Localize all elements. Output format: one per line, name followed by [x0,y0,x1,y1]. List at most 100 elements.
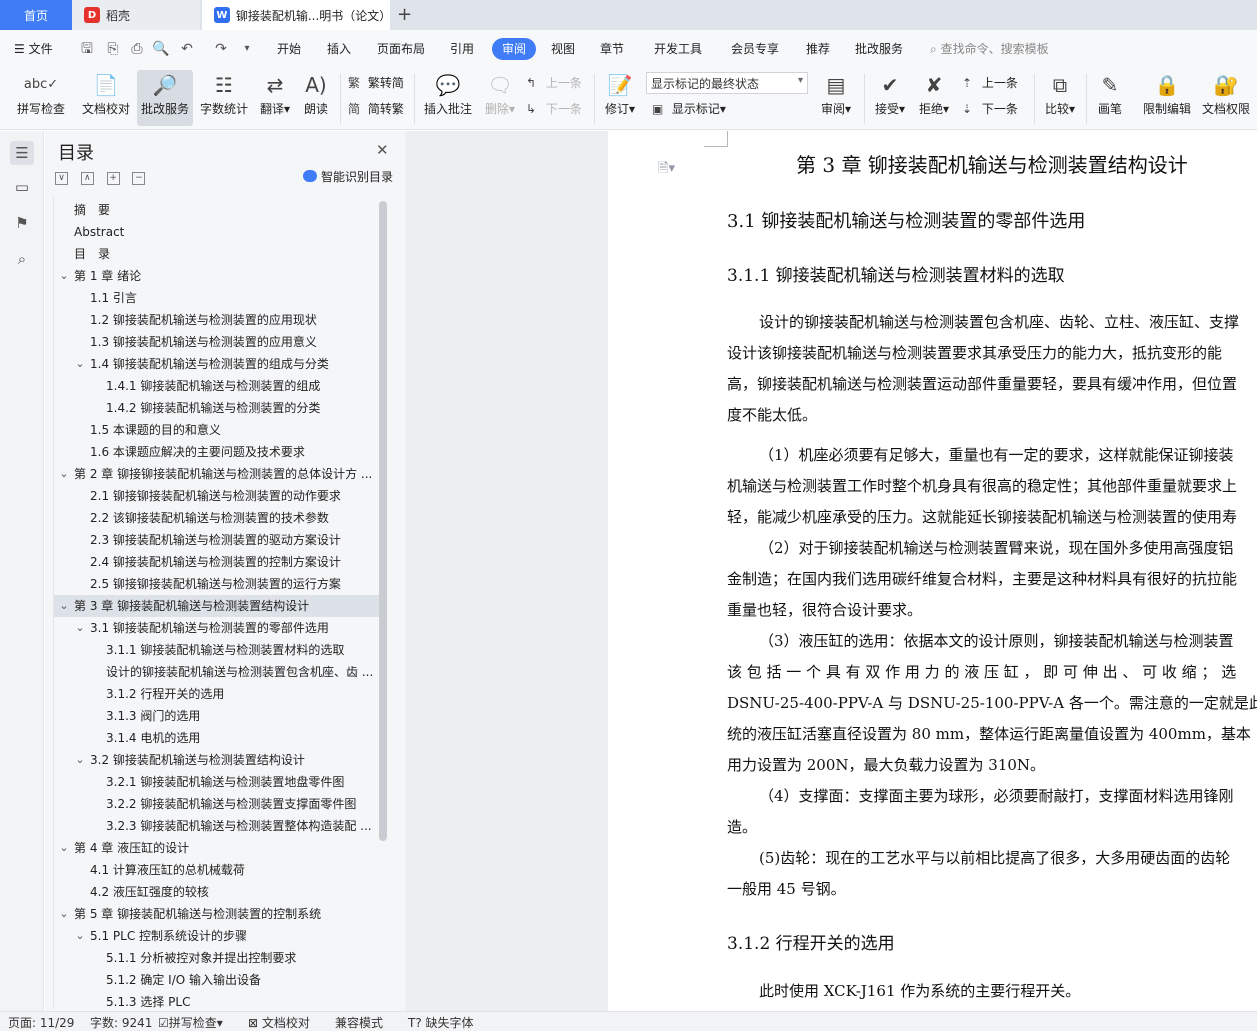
toc-item[interactable]: 目 录 [54,243,379,265]
chevron-down-icon[interactable]: ⌄ [74,617,86,639]
toc-item[interactable]: 4.1 计算液压缸的总机械载荷 [54,859,379,881]
toc-item[interactable]: 1.4.1 铆接装配机输送与检测装置的组成 [54,375,379,397]
toc-item[interactable]: ⌄ 5.1 PLC 控制系统设计的步骤 [54,925,379,947]
menu-layout[interactable]: 页面布局 [377,40,425,57]
next-change-button[interactable]: ⇣ 下一条 [962,100,1018,117]
toc-item[interactable]: ⌄ 3.1 铆接装配机输送与检测装置的零部件选用 [54,617,379,639]
document-options-icon[interactable]: 🗎▾ [658,159,675,181]
read-aloud-button[interactable]: A) 朗读 [298,70,334,126]
undo-icon[interactable]: ↶ [178,40,196,58]
menu-devtools[interactable]: 开发工具 [654,40,702,57]
toc-item[interactable]: 3.2.3 铆接装配机输送与检测装置整体构造装配 ... [54,815,379,837]
toc-item[interactable]: 2.2 该铆接装配机输送与检测装置的技术参数 [54,507,379,529]
menu-reference[interactable]: 引用 [450,40,474,57]
menu-recommend[interactable]: 推荐 [806,40,830,57]
toc-item[interactable]: 1.3 铆接装配机输送与检测装置的应用意义 [54,331,379,353]
toc-item[interactable]: 2.4 铆接装配机输送与检测装置的控制方案设计 [54,551,379,573]
toc-item[interactable]: 1.4.2 铆接装配机输送与检测装置的分类 [54,397,379,419]
toc-item[interactable]: 2.1 铆接铆接装配机输送与检测装置的动作要求 [54,485,379,507]
bookmark-icon[interactable]: ⚑ [10,211,34,235]
doc-rights-button[interactable]: 🔐 文档权限 [1198,70,1254,126]
delete-comment-button[interactable]: 🗨 删除▾ [480,70,520,126]
tab-document[interactable]: W 铆接装配机输...明书（论文） [202,0,391,30]
doc-check-button[interactable]: 📄 文档校对 [78,70,134,126]
page-indicator[interactable]: 页面: 11/29 [8,1014,74,1031]
toc-item[interactable]: 2.5 铆接铆接装配机输送与检测装置的运行方案 [54,573,379,595]
review-pane-button[interactable]: ▤ 审阅▾ [816,70,856,126]
menu-member[interactable]: 会员专享 [731,40,779,57]
collapse-all-icon[interactable]: ∨ [55,172,68,185]
document-page[interactable]: 🗎▾ 第 3 章 铆接装配机输送与检测装置结构设计 3.1 铆接装配机输送与检测… [608,131,1257,1011]
chevron-down-icon[interactable]: ⌄ [58,265,70,287]
toc-item[interactable]: 3.1.2 行程开关的选用 [54,683,379,705]
restrict-edit-button[interactable]: 🔒 限制编辑 [1138,70,1196,126]
chapter-nav-icon[interactable]: ▭ [10,175,34,199]
toc-item[interactable]: 3.2.2 铆接装配机输送与检测装置支撑面零件图 [54,793,379,815]
toc-item[interactable]: Abstract [54,221,379,243]
spellcheck-button[interactable]: abc✓ 拼写检查 [8,70,74,126]
export-icon[interactable]: ⎘ [104,40,122,58]
reject-button[interactable]: ✘ 拒绝▾ [914,70,954,126]
missing-font[interactable]: T? 缺失字体 [408,1014,474,1031]
toc-item[interactable]: 3.1.3 阀门的选用 [54,705,379,727]
simp-to-trad-button[interactable]: 简 简转繁 [348,100,404,117]
toc-item[interactable]: 2.3 铆接装配机输送与检测装置的驱动方案设计 [54,529,379,551]
preview-icon[interactable]: 🔍 [152,40,170,58]
add-heading-icon[interactable]: + [106,172,120,185]
show-markup-button[interactable]: ▣ 显示标记▾ [652,100,726,117]
chevron-down-icon[interactable]: ⌄ [74,749,86,771]
toc-item[interactable]: 5.1.3 选择 PLC [54,991,379,1009]
word-count[interactable]: 字数: 9241 [90,1014,152,1031]
menu-review[interactable]: 审阅 [492,38,536,60]
revise-button[interactable]: 📝 修订▾ [600,70,640,126]
status-spellcheck[interactable]: ☑拼写检查▾ [158,1014,223,1031]
chevron-down-icon[interactable]: ⌄ [74,353,86,375]
compat-mode[interactable]: 兼容模式 [335,1014,383,1031]
toc-item[interactable]: 5.1.1 分析被控对象并提出控制要求 [54,947,379,969]
toc-item[interactable]: ⌄ 1.4 铆接装配机输送与检测装置的组成与分类 [54,353,379,375]
toc-item[interactable]: ⌄ 第 1 章 绪论 [54,265,379,287]
chevron-down-icon[interactable]: ⌄ [58,463,70,485]
print-icon[interactable]: ⎙ [128,40,146,58]
grading-button[interactable]: 🔎 批改服务 [137,70,193,126]
toc-item[interactable]: ⌄ 3.2 铆接装配机输送与检测装置结构设计 [54,749,379,771]
menu-insert[interactable]: 插入 [327,40,351,57]
insert-comment-button[interactable]: 💬 插入批注 [420,70,476,126]
prev-comment-button[interactable]: ↰ 上一条 [526,74,582,91]
menu-grading[interactable]: 批改服务 [855,40,903,57]
toc-item[interactable]: 1.1 引言 [54,287,379,309]
tab-daoke[interactable]: D 稻壳 [72,0,200,30]
trad-to-simp-button[interactable]: 繁 繁转简 [348,74,404,91]
redo-icon[interactable]: ↷ [212,40,230,58]
toc-item[interactable]: 5.1.2 确定 I/O 输入输出设备 [54,969,379,991]
markup-state-select[interactable]: 显示标记的最终状态 ▾ [646,72,808,94]
toc-item[interactable]: 3.2.1 铆接装配机输送与检测装置地盘零件图 [54,771,379,793]
compare-button[interactable]: ⧉ 比较▾ [1040,70,1080,126]
toc-item[interactable]: 3.1.1 铆接装配机输送与检测装置材料的选取 [54,639,379,661]
toc-item[interactable]: 3.1.4 电机的选用 [54,727,379,749]
menu-section[interactable]: 章节 [600,40,624,57]
translate-button[interactable]: ⇄ 翻译▾ [254,70,296,126]
wordcount-button[interactable]: ☷ 字数统计 [196,70,252,126]
command-search[interactable]: ⌕ 查找命令、搜索模板 [930,40,1049,57]
chevron-down-icon[interactable]: ⌄ [58,837,70,859]
toc-item[interactable]: ⌄ 第 5 章 铆接装配机输送与检测装置的控制系统 [54,903,379,925]
menu-view[interactable]: 视图 [551,40,575,57]
toc-item[interactable]: 1.5 本课题的目的和意义 [54,419,379,441]
toc-item[interactable]: 设计的铆接装配机输送与检测装置包含机座、齿 ... [54,661,379,683]
toc-item[interactable]: 1.6 本课题应解决的主要问题及技术要求 [54,441,379,463]
next-comment-button[interactable]: ↳ 下一条 [526,100,582,117]
chevron-down-icon[interactable]: ⌄ [58,903,70,925]
chevron-down-icon[interactable]: ⌄ [74,925,86,947]
add-tab-button[interactable]: + [397,4,412,25]
file-menu[interactable]: ☰ 文件 [14,40,53,57]
toc-item[interactable]: ⌄ 第 3 章 铆接装配机输送与检测装置结构设计 [54,595,379,617]
quick-access-more-icon[interactable]: ▾ [238,40,256,58]
expand-all-icon[interactable]: ∧ [80,172,94,185]
status-doc-check[interactable]: ⊠ 文档校对 [248,1014,310,1031]
toc-item[interactable]: 4.2 液压缸强度的较核 [54,881,379,903]
save-icon[interactable]: 🖫 [78,40,96,58]
smart-toc-button[interactable]: 智能识别目录 [303,168,393,185]
toc-scrollbar[interactable] [379,201,387,841]
tab-home[interactable]: 首页 [0,0,72,30]
